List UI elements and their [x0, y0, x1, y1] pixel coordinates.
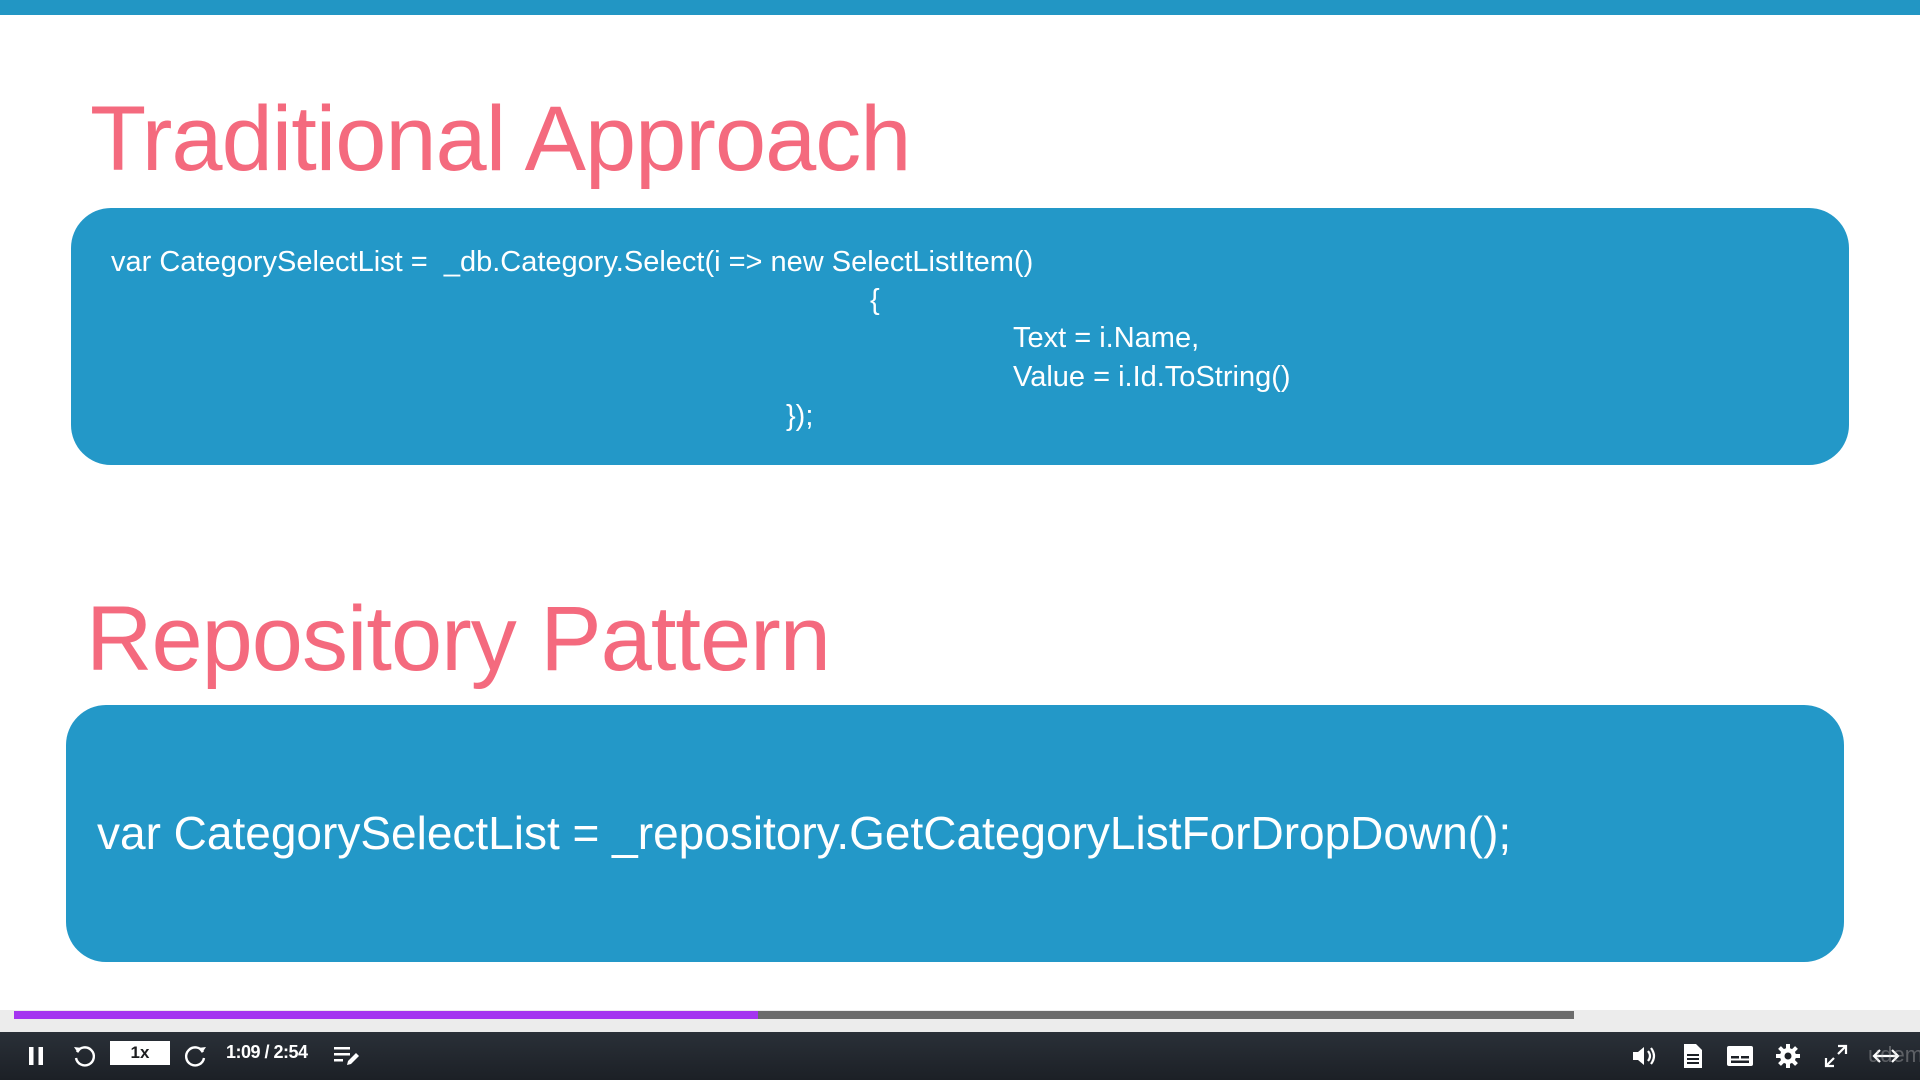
playback-speed-button[interactable]: 1x: [110, 1041, 170, 1065]
heading-traditional-approach: Traditional Approach: [90, 88, 911, 190]
code-line: {: [870, 284, 880, 316]
fullscreen-button[interactable]: [1820, 1040, 1852, 1072]
code-line: });: [786, 400, 814, 432]
video-slide[interactable]: Traditional Approach var CategorySelectL…: [0, 15, 1920, 1010]
code-block-repository: var CategorySelectList = _repository.Get…: [66, 705, 1844, 962]
code-block-traditional: var CategorySelectList = _db.Category.Se…: [71, 208, 1849, 465]
top-accent-bar: [0, 0, 1920, 15]
captions-icon: [1727, 1046, 1753, 1066]
transcript-icon: [1684, 1044, 1702, 1068]
udemy-watermark: udemy: [1868, 1042, 1920, 1067]
pause-button[interactable]: [22, 1043, 50, 1069]
pause-icon: [29, 1047, 43, 1065]
time-display: 1:09 / 2:54: [226, 1042, 308, 1062]
code-line: var CategorySelectList = _repository.Get…: [97, 807, 1512, 859]
heading-repository-pattern: Repository Pattern: [86, 588, 831, 690]
forward-button[interactable]: [180, 1040, 212, 1072]
code-line: var CategorySelectList = _db.Category.Se…: [111, 246, 1034, 278]
transcript-button[interactable]: [1677, 1040, 1709, 1072]
code-line: Text = i.Name,: [1013, 322, 1200, 354]
add-note-button[interactable]: [332, 1042, 362, 1070]
fullscreen-icon: [1824, 1044, 1848, 1068]
player-controls: 1x 1:09 / 2:54 udem: [0, 1032, 1920, 1080]
volume-icon: [1633, 1047, 1656, 1065]
progress-fill: [14, 1011, 759, 1019]
settings-button[interactable]: [1772, 1040, 1804, 1072]
volume-button[interactable]: [1629, 1040, 1661, 1072]
captions-button[interactable]: [1723, 1040, 1757, 1072]
code-line: Value = i.Id.ToString(): [1013, 361, 1291, 393]
rewind-icon: [74, 1046, 96, 1067]
settings-icon: [1776, 1044, 1800, 1068]
notes-icon: [334, 1047, 359, 1065]
progress-bar[interactable]: [14, 1011, 1574, 1019]
rewind-button[interactable]: [68, 1040, 100, 1072]
forward-icon: [184, 1046, 206, 1067]
